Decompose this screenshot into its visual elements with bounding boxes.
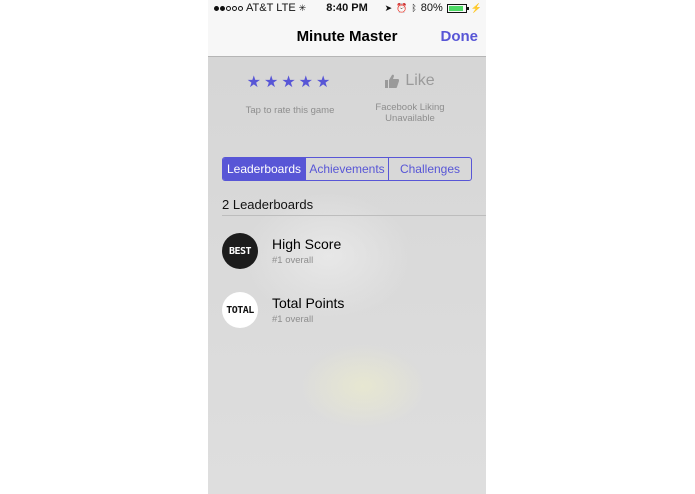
thumbs-up-icon (385, 74, 400, 88)
like-caption-line2: Unavailable (385, 113, 435, 124)
like-label: Like (405, 72, 435, 89)
charging-icon: ⚡ (470, 2, 482, 13)
done-button[interactable]: Done (441, 28, 479, 45)
leaderboard-name: Total Points (272, 295, 345, 311)
like-caption: Facebook Liking Unavailable (360, 102, 460, 124)
tab-achievements[interactable]: Achievements (305, 158, 388, 180)
section-title: 2 Leaderboards (222, 197, 314, 212)
divider (222, 215, 486, 216)
star-rating-icon[interactable]: ★★★★★ (232, 72, 348, 92)
alarm-icon: ⏰ (396, 2, 408, 13)
navigation-bar: Minute Master Done (208, 18, 486, 57)
bluetooth-icon: ᛒ (411, 3, 417, 13)
leaderboard-row-high-score[interactable]: BEST High Score #1 overall (222, 233, 472, 273)
like-button: Like (360, 72, 460, 90)
like-caption-line1: Facebook Liking (375, 102, 445, 113)
location-icon: ➤ (384, 2, 393, 13)
leaderboard-rank: #1 overall (272, 255, 314, 266)
battery-percent: 80% (420, 2, 443, 14)
tab-leaderboards[interactable]: Leaderboards (223, 158, 305, 180)
status-bar: AT&T LTE ✳ 8:40 PM ➤ ⏰ ᛒ 80% ⚡ (208, 0, 486, 18)
rate-caption: Tap to rate this game (245, 105, 335, 116)
game-center-screen: AT&T LTE ✳ 8:40 PM ➤ ⏰ ᛒ 80% ⚡ Minute Ma… (208, 0, 486, 494)
status-right: ➤ ⏰ ᛒ 80% ⚡ (385, 2, 482, 14)
rate-game[interactable]: ★★★★★ Tap to rate this game (232, 72, 348, 116)
total-badge-icon: TOTAL (222, 292, 258, 328)
tab-challenges[interactable]: Challenges (388, 158, 471, 180)
leaderboard-name: High Score (272, 236, 342, 252)
segmented-control: Leaderboards Achievements Challenges (222, 157, 472, 181)
best-badge-icon: BEST (222, 233, 258, 269)
leaderboard-row-total-points[interactable]: TOTAL Total Points #1 overall (222, 292, 472, 332)
facebook-like: Like Facebook Liking Unavailable (360, 72, 460, 124)
battery-icon (446, 3, 469, 13)
leaderboard-rank: #1 overall (272, 314, 314, 325)
